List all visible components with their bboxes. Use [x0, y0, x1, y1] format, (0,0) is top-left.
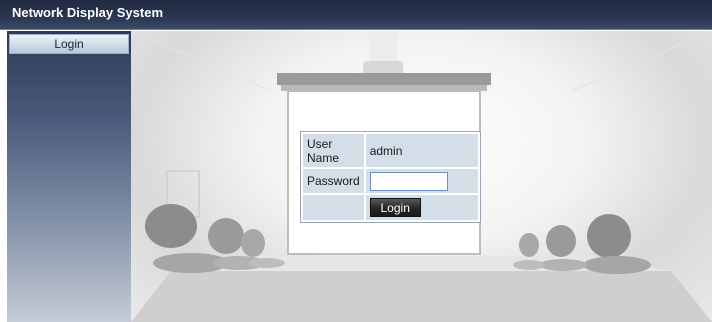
- app-title: Network Display System: [12, 5, 164, 20]
- user-name-label: User Name: [303, 134, 364, 167]
- sidebar: Login: [7, 31, 131, 322]
- sidebar-item-login[interactable]: Login: [9, 34, 129, 54]
- password-field[interactable]: [369, 171, 448, 191]
- title-bar: Network Display System: [0, 0, 712, 30]
- password-label: Password: [303, 169, 364, 193]
- login-form: User Name admin Password Login: [300, 131, 481, 223]
- login-button[interactable]: Login: [369, 198, 421, 217]
- user-name-value: admin: [365, 134, 478, 167]
